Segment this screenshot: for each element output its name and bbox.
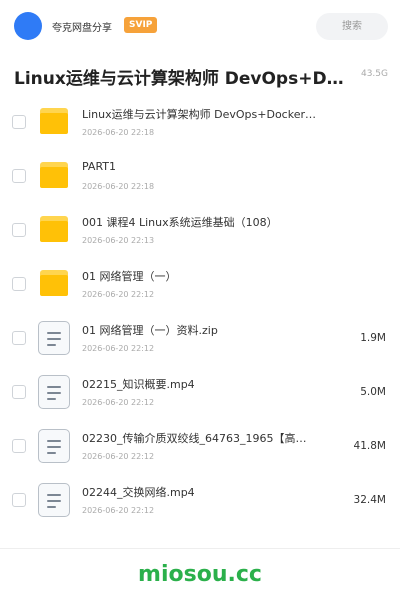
document-icon (38, 375, 70, 409)
header: 夸克网盘分享 SVIP 搜索 (0, 0, 400, 52)
row-checkbox[interactable] (12, 439, 26, 453)
folder-icon (40, 270, 68, 296)
row-checkbox[interactable] (12, 331, 26, 345)
row-checkbox[interactable] (12, 493, 26, 507)
file-list: Linux运维与云计算架构师 DevOps+Docker+K8s 2026-06-… (0, 96, 400, 528)
folder-icon (40, 216, 68, 242)
file-size: 5.0M (360, 386, 386, 398)
divider (0, 548, 400, 549)
total-size: 43.5G (360, 69, 388, 79)
svip-badge: SVIP (124, 17, 158, 33)
watermark: miosou.cc (138, 562, 262, 587)
file-row[interactable]: 02215_知识概要.mp4 2026-06-20 22:12 5.0M (0, 366, 400, 420)
file-name: Linux运维与云计算架构师 DevOps+Docker+K8s (82, 108, 317, 121)
search-button[interactable]: 搜索 (316, 13, 388, 40)
row-checkbox[interactable] (12, 223, 26, 237)
file-date: 2026-06-20 22:18 (82, 182, 155, 191)
row-checkbox[interactable] (12, 385, 26, 399)
row-checkbox[interactable] (12, 115, 26, 129)
file-name: 02230_传输介质双绞线_64763_1965【高清】.mp4 (82, 432, 317, 445)
row-checkbox[interactable] (12, 169, 26, 183)
file-date: 2026-06-20 22:12 (82, 506, 155, 515)
folder-row[interactable]: Linux运维与云计算架构师 DevOps+Docker+K8s 2026-06-… (0, 96, 400, 150)
file-row[interactable]: 01 网络管理（一）资料.zip 2026-06-20 22:12 1.9M (0, 312, 400, 366)
file-name: 001 课程4 Linux系统运维基础（108） (82, 216, 278, 229)
document-icon (38, 429, 70, 463)
folder-row[interactable]: 01 网络管理（一） 2026-06-20 22:12 (0, 258, 400, 312)
file-name: 01 网络管理（一）资料.zip (82, 324, 218, 337)
document-icon (38, 483, 70, 517)
file-name: PART1 (82, 160, 117, 173)
file-size: 32.4M (353, 494, 386, 506)
file-row[interactable]: 02230_传输介质双绞线_64763_1965【高清】.mp4 2026-06-… (0, 420, 400, 474)
folder-icon (40, 162, 68, 188)
file-date: 2026-06-20 22:12 (82, 452, 155, 461)
file-date: 2026-06-20 22:12 (82, 398, 155, 407)
file-date: 2026-06-20 22:13 (82, 236, 155, 245)
folder-icon (40, 108, 68, 134)
share-name: 夸克网盘分享 (52, 23, 112, 34)
file-date: 2026-06-20 22:18 (82, 128, 155, 137)
file-name: 02215_知识概要.mp4 (82, 378, 195, 391)
file-date: 2026-06-20 22:12 (82, 290, 155, 299)
file-row[interactable]: 02244_交换网络.mp4 2026-06-20 22:12 32.4M (0, 474, 400, 528)
page-title: Linux运维与云计算架构师 DevOps+Docker+K8s (14, 69, 354, 89)
file-date: 2026-06-20 22:12 (82, 344, 155, 353)
file-name: 02244_交换网络.mp4 (82, 486, 195, 499)
file-size: 1.9M (360, 332, 386, 344)
file-size: 41.8M (353, 440, 386, 452)
file-name: 01 网络管理（一） (82, 270, 177, 283)
folder-row[interactable]: PART1 2026-06-20 22:18 (0, 150, 400, 204)
title-row: Linux运维与云计算架构师 DevOps+Docker+K8s 43.5G (0, 60, 400, 90)
avatar[interactable] (14, 12, 42, 40)
row-checkbox[interactable] (12, 277, 26, 291)
document-icon (38, 321, 70, 355)
folder-row[interactable]: 001 课程4 Linux系统运维基础（108） 2026-06-20 22:13 (0, 204, 400, 258)
